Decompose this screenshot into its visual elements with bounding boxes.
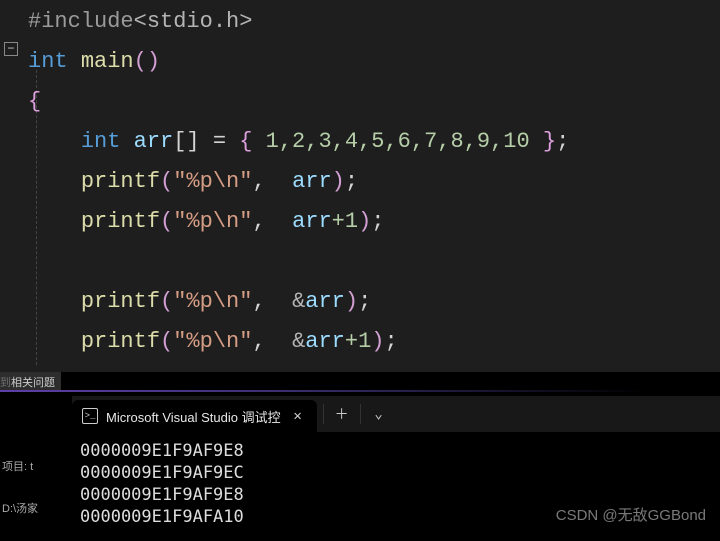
fn-printf: printf xyxy=(81,169,160,194)
fn-printf: printf xyxy=(81,209,160,234)
terminal-tab-title: Microsoft Visual Studio 调试控 xyxy=(106,407,281,426)
fmt-str: "%p\n" xyxy=(173,169,252,194)
kw-int: int xyxy=(81,129,121,154)
fn-printf: printf xyxy=(81,289,160,314)
panel-tab-label[interactable]: 到相关问题 xyxy=(0,372,61,392)
fn-main: main xyxy=(81,49,134,74)
accent-bar xyxy=(0,390,720,392)
include-header: <stdio.h> xyxy=(134,9,253,34)
console-line: 0000009E1F9AF9EC xyxy=(80,463,244,483)
close-icon[interactable]: ✕ xyxy=(289,408,307,425)
code-editor[interactable]: − #include<stdio.h> int main() { int arr… xyxy=(0,0,720,400)
console-line: 0000009E1F9AFA10 xyxy=(80,507,244,527)
paren: () xyxy=(134,49,160,74)
tab-separator xyxy=(323,404,324,424)
tab-dropdown-button[interactable]: ⌄ xyxy=(367,406,391,423)
editor-gutter: − xyxy=(0,0,26,400)
new-tab-button[interactable]: ＋ xyxy=(330,404,354,424)
amp: & xyxy=(292,289,305,314)
code-content: #include<stdio.h> int main() { int arr[]… xyxy=(28,2,569,362)
arg-arr: arr xyxy=(292,169,332,194)
path-label: D:\汤家 xyxy=(0,494,70,524)
terminal-tabbar: >_ Microsoft Visual Studio 调试控 ✕ ＋ ⌄ xyxy=(72,396,720,432)
watermark: CSDN @无敌GGBond xyxy=(556,504,706,525)
console-line: 0000009E1F9AF9E8 xyxy=(80,441,244,461)
init-values: 1,2,3,4,5,6,7,8,9,10 xyxy=(266,129,530,154)
fold-minus-icon[interactable]: − xyxy=(4,42,18,56)
console-line: 0000009E1F9AF9E8 xyxy=(80,485,244,505)
tab-separator xyxy=(360,404,361,424)
brackets: [] xyxy=(173,129,199,154)
left-meta: 项目: t D:\汤家 xyxy=(0,452,70,524)
kw-int: int xyxy=(28,49,68,74)
fn-printf: printf xyxy=(81,329,160,354)
terminal-app-icon: >_ xyxy=(82,408,98,424)
var-arr: arr xyxy=(134,129,174,154)
preproc-include: #include xyxy=(28,9,134,34)
terminal-tab[interactable]: >_ Microsoft Visual Studio 调试控 ✕ xyxy=(72,400,317,432)
brace-open: { xyxy=(28,89,41,114)
project-label: 项目: t xyxy=(0,452,70,482)
